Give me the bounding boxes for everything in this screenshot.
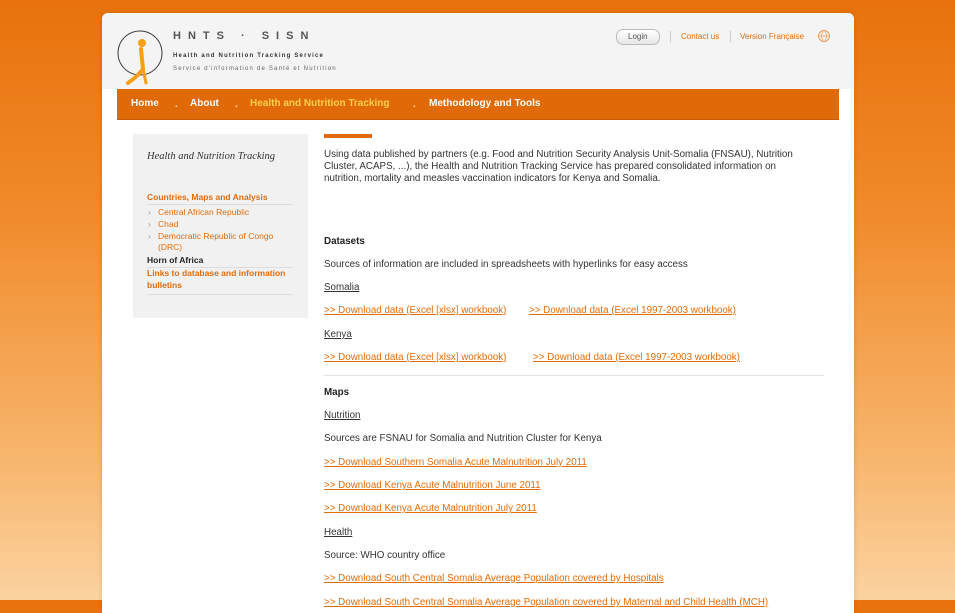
header-separator bbox=[730, 31, 731, 42]
sidebar-section-countries[interactable]: Countries, Maps and Analysis bbox=[147, 192, 293, 205]
kenya-download-xlsx-link[interactable]: >> Download data (Excel [xlsx] workbook) bbox=[324, 352, 506, 363]
datasets-heading: Datasets bbox=[324, 236, 365, 247]
nav-methodology-tools[interactable]: Methodology and Tools bbox=[429, 89, 540, 119]
brand-subtitle-fr: Service d'information de Santé et Nutrit… bbox=[173, 66, 337, 72]
somalia-download-xls-link[interactable]: >> Download data (Excel 1997-2003 workbo… bbox=[529, 305, 736, 316]
sidebar-item-central-african-republic[interactable]: Central African Republic bbox=[148, 207, 293, 218]
somalia-download-xlsx-link[interactable]: >> Download data (Excel [xlsx] workbook) bbox=[324, 305, 506, 316]
main-nav: Home . About . Health and Nutrition Trac… bbox=[117, 89, 839, 120]
sidebar-title: Health and Nutrition Tracking bbox=[147, 151, 276, 162]
nav-health-nutrition-tracking[interactable]: Health and Nutrition Tracking bbox=[250, 89, 389, 119]
sidebar-item-chad[interactable]: Chad bbox=[148, 219, 293, 230]
header-separator bbox=[670, 31, 671, 42]
datasets-description: Sources of information are included in s… bbox=[324, 259, 688, 270]
kenya-label: Kenya bbox=[324, 329, 352, 340]
nav-about[interactable]: About bbox=[190, 89, 219, 119]
nav-separator: . bbox=[235, 99, 238, 110]
intro-text: Using data published by partners (e.g. F… bbox=[324, 149, 793, 184]
hnts-logo-icon[interactable] bbox=[116, 29, 164, 87]
nutrition-download-link[interactable]: >> Download Kenya Acute Malnutrition Jun… bbox=[324, 480, 541, 491]
health-description: Source: WHO country office bbox=[324, 550, 446, 561]
health-download-link[interactable]: >> Download South Central Somalia Averag… bbox=[324, 573, 664, 584]
brand-title: HNTS · SISN bbox=[173, 30, 316, 42]
somalia-label: Somalia bbox=[324, 282, 360, 293]
nutrition-download-link[interactable]: >> Download Southern Somalia Acute Malnu… bbox=[324, 457, 587, 468]
globe-icon[interactable] bbox=[817, 29, 831, 43]
site-header: HNTS · SISN Health and Nutrition Trackin… bbox=[102, 13, 854, 89]
maps-heading: Maps bbox=[324, 387, 350, 398]
nav-home[interactable]: Home bbox=[131, 89, 159, 119]
page-container: HNTS · SISN Health and Nutrition Trackin… bbox=[102, 13, 854, 613]
brand-subtitle-en: Health and Nutrition Tracking Service bbox=[173, 53, 325, 59]
nav-separator: . bbox=[175, 99, 178, 110]
health-download-link[interactable]: >> Download South Central Somalia Averag… bbox=[324, 597, 768, 608]
kenya-download-xls-link[interactable]: >> Download data (Excel 1997-2003 workbo… bbox=[533, 352, 740, 363]
language-switch-link[interactable]: Version Française bbox=[740, 31, 804, 42]
nutrition-download-link[interactable]: >> Download Kenya Acute Malnutrition Jul… bbox=[324, 503, 537, 514]
accent-bar bbox=[324, 134, 372, 138]
nav-separator: . bbox=[413, 99, 416, 110]
nutrition-label: Nutrition bbox=[324, 410, 361, 421]
section-divider bbox=[324, 375, 824, 376]
sidebar-item-drc[interactable]: Democratic Republic of Congo (DRC) bbox=[148, 231, 293, 253]
nutrition-description: Sources are FSNAU for Somalia and Nutrit… bbox=[324, 433, 602, 444]
sidebar: Health and Nutrition Tracking Countries,… bbox=[133, 134, 308, 318]
health-label: Health bbox=[324, 527, 353, 538]
login-button[interactable]: Login bbox=[616, 29, 660, 45]
sidebar-item-links-database[interactable]: Links to database and information bullet… bbox=[147, 267, 293, 295]
contact-us-link[interactable]: Contact us bbox=[681, 31, 719, 42]
